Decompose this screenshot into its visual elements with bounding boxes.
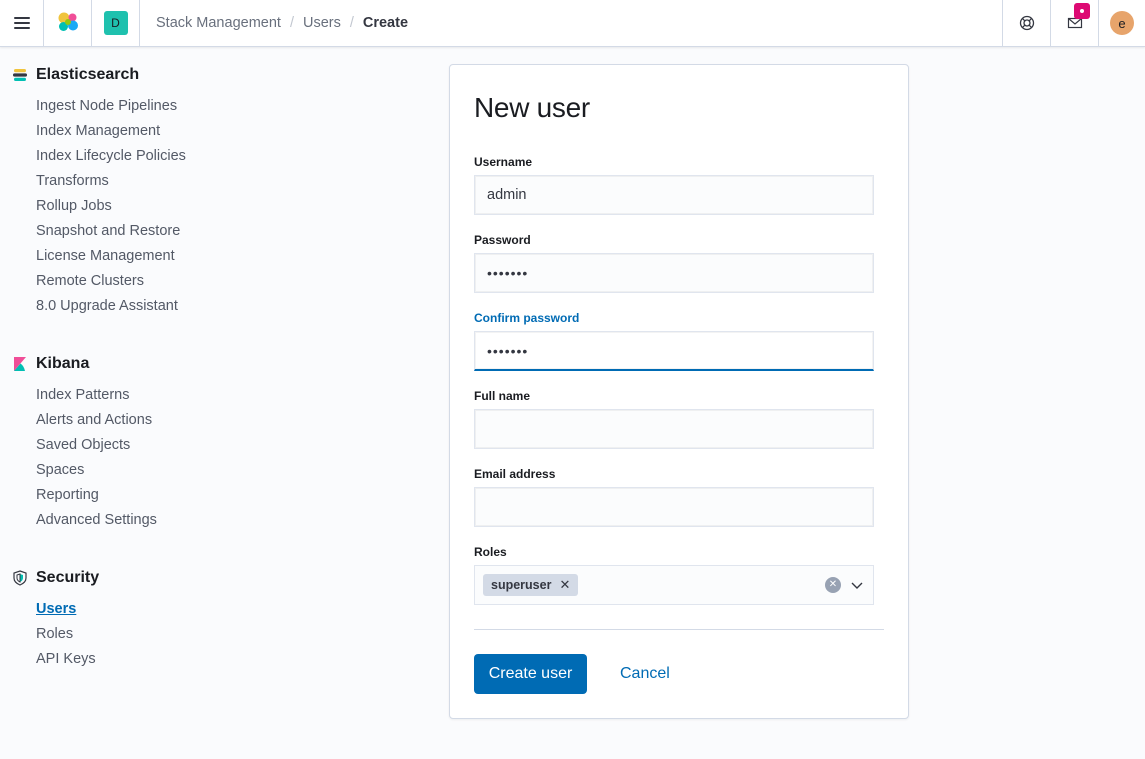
breadcrumb-stack-management[interactable]: Stack Management: [156, 15, 281, 31]
remove-role-icon[interactable]: ✕: [559, 577, 570, 593]
sidebar-item-reporting[interactable]: Reporting: [12, 485, 157, 510]
roles-combobox[interactable]: superuser ✕ ✕: [474, 565, 874, 605]
password-label: Password: [474, 233, 531, 247]
full-name-field[interactable]: [474, 409, 874, 449]
role-pill-label: superuser: [491, 578, 552, 592]
form-divider: [474, 629, 884, 630]
nav-section-elasticsearch: Elasticsearch Ingest Node Pipelines Inde…: [12, 63, 186, 321]
password-value: •••••••: [487, 265, 529, 281]
help-button[interactable]: [1002, 0, 1050, 46]
sidebar-item-index-management[interactable]: Index Management: [12, 121, 186, 146]
elastic-logo-button[interactable]: [44, 0, 92, 46]
nav-section-title: Security: [36, 569, 100, 586]
breadcrumb-create: Create: [362, 15, 409, 31]
sidebar-item-alerts-and-actions[interactable]: Alerts and Actions: [12, 410, 157, 435]
help-lifebuoy-icon: [1019, 15, 1034, 31]
sidebar-item-users[interactable]: Users: [12, 599, 99, 624]
username-field[interactable]: admin: [474, 175, 874, 215]
confirm-password-label: Confirm password: [474, 311, 580, 325]
breadcrumb: Stack Management / Users / Create: [140, 0, 1002, 46]
sidebar-item-spaces[interactable]: Spaces: [12, 460, 157, 485]
nav-section-title: Kibana: [36, 355, 90, 372]
shield-icon: [12, 570, 28, 586]
sidebar-item-advanced-settings[interactable]: Advanced Settings: [12, 510, 157, 535]
role-pill-superuser: superuser ✕: [483, 574, 579, 596]
nav-section-title: Elasticsearch: [36, 66, 140, 83]
space-selector[interactable]: D: [92, 0, 140, 46]
sidebar-item-transforms[interactable]: Transforms: [12, 171, 186, 196]
sidebar-item-snapshot-and-restore[interactable]: Snapshot and Restore: [12, 221, 186, 246]
sidebar-item-index-patterns[interactable]: Index Patterns: [12, 385, 157, 410]
news-feed-button[interactable]: [1050, 0, 1098, 46]
sidebar-item-license-management[interactable]: License Management: [12, 246, 186, 271]
top-header: D Stack Management / Users / Create e: [0, 0, 1145, 47]
sidebar-item-remote-clusters[interactable]: Remote Clusters: [12, 271, 186, 296]
sidebar-item-index-lifecycle-policies[interactable]: Index Lifecycle Policies: [12, 146, 186, 171]
menu-button[interactable]: [0, 0, 44, 46]
user-menu-button[interactable]: e: [1098, 0, 1145, 46]
sidebar-item-rollup-jobs[interactable]: Rollup Jobs: [12, 196, 186, 221]
space-avatar: D: [103, 11, 128, 35]
elasticsearch-icon: [12, 67, 28, 83]
username-value: admin: [487, 187, 527, 203]
email-field[interactable]: [474, 487, 874, 527]
confirm-password-value: •••••••: [487, 342, 529, 359]
sidebar-item-roles[interactable]: Roles: [12, 624, 99, 649]
breadcrumb-separator: /: [349, 15, 354, 31]
full-name-label: Full name: [474, 389, 531, 403]
breadcrumb-separator: /: [289, 15, 294, 31]
username-label: Username: [474, 155, 533, 169]
email-label: Email address: [474, 467, 556, 481]
roles-label: Roles: [474, 545, 507, 559]
page-title: New user: [474, 92, 590, 123]
clear-icon[interactable]: ✕: [825, 577, 841, 593]
nav-section-kibana: Kibana Index Patterns Alerts and Actions…: [12, 352, 157, 535]
kibana-icon: [12, 356, 28, 372]
elastic-logo-icon: [58, 12, 78, 31]
avatar: e: [1110, 11, 1134, 35]
password-field[interactable]: •••••••: [474, 253, 874, 293]
menu-icon: [13, 17, 30, 29]
nav-section-security: Security Users Roles API Keys: [12, 566, 99, 674]
create-user-panel: New user Username admin Password •••••••…: [449, 64, 909, 719]
sidebar-item-api-keys[interactable]: API Keys: [12, 649, 99, 674]
sidebar-item-upgrade-assistant[interactable]: 8.0 Upgrade Assistant: [12, 296, 186, 321]
confirm-password-field[interactable]: •••••••: [474, 331, 874, 371]
breadcrumb-users[interactable]: Users: [303, 15, 341, 31]
create-user-button[interactable]: Create user: [474, 654, 587, 694]
sidebar-item-saved-objects[interactable]: Saved Objects: [12, 435, 157, 460]
chevron-down-icon[interactable]: [849, 577, 865, 593]
notification-badge: [1074, 3, 1090, 19]
cancel-button[interactable]: Cancel: [610, 654, 680, 694]
sidebar-item-ingest-node-pipelines[interactable]: Ingest Node Pipelines: [12, 96, 186, 121]
